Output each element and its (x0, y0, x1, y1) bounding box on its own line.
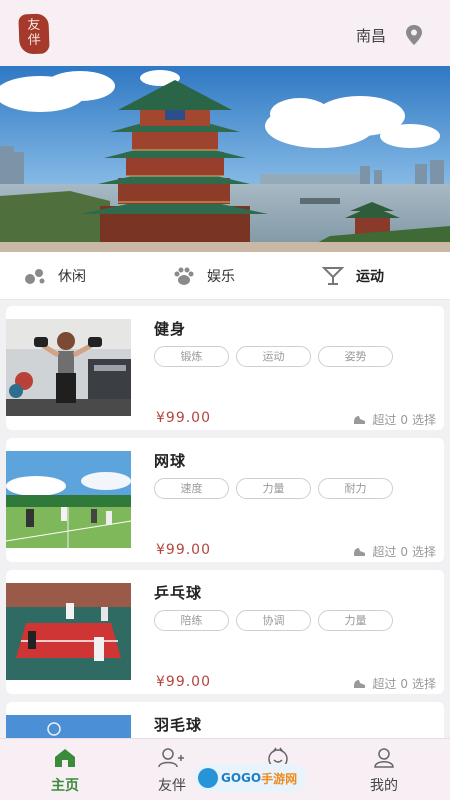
activity-card-tennis[interactable]: 网球 速度 力量 耐力 ¥99.00 超过 0 选择 (6, 438, 444, 562)
activity-tag: 耐力 (318, 478, 393, 499)
stats-suffix: 选择 (411, 413, 436, 427)
stats-prefix: 超过 (372, 545, 397, 559)
activity-tags: 速度 力量 耐力 (154, 478, 393, 499)
activity-title: 乒乓球 (154, 584, 203, 602)
tab-entertainment-label: 娱乐 (207, 269, 235, 285)
activity-tag: 锻炼 (154, 346, 229, 367)
stats-suffix: 选择 (411, 677, 436, 691)
paw-icon (174, 267, 194, 285)
logo-char-1: 友 (26, 17, 41, 34)
nav-companion-label: 友伴 (158, 778, 186, 794)
watermark-badge: GOGO 手游网 (194, 764, 306, 792)
activity-stats: 超过 0 选择 (353, 675, 436, 692)
tab-entertainment[interactable]: 娱乐 (173, 264, 235, 288)
activity-price: ¥99.00 (156, 542, 211, 558)
app-header: 友 伴 南昌 (0, 0, 450, 66)
tab-sports-label: 运动 (356, 269, 384, 285)
fitness-photo (6, 319, 131, 416)
activity-tags: 陪练 协调 力量 (154, 610, 393, 631)
activity-card-fitness[interactable]: 健身 锻炼 运动 姿势 ¥99.00 超过 0 选择 (6, 306, 444, 430)
activity-price: ¥99.00 (156, 674, 211, 690)
activity-card-table-tennis[interactable]: 乒乓球 陪练 协调 力量 ¥99.00 超过 0 选择 (6, 570, 444, 694)
tennis-photo (6, 451, 131, 548)
nav-companion[interactable]: 友伴 (142, 745, 202, 795)
activity-tag: 力量 (318, 610, 393, 631)
shoe-icon (354, 416, 366, 424)
activity-stats: 超过 0 选择 (353, 543, 436, 560)
activity-title: 健身 (154, 320, 187, 338)
bubbles-icon (25, 269, 45, 284)
stats-count: 0 (400, 676, 408, 691)
cocktail-glass-icon (322, 267, 344, 285)
logo-char-2: 伴 (27, 32, 41, 49)
activity-tag: 姿势 (318, 346, 393, 367)
stats-prefix: 超过 (372, 413, 397, 427)
nav-home-label: 主页 (51, 778, 79, 794)
activity-title: 羽毛球 (154, 716, 203, 734)
category-tabs: 休闲 娱乐 运动 (0, 252, 450, 300)
watermark-prefix: GOGO (221, 771, 262, 785)
nav-home[interactable]: 主页 (35, 745, 95, 795)
watermark-logo-icon (198, 768, 218, 788)
stats-suffix: 选择 (411, 545, 436, 559)
activity-tag: 陪练 (154, 610, 229, 631)
banner-image[interactable] (0, 66, 450, 252)
activity-price: ¥99.00 (156, 410, 211, 426)
tab-sports[interactable]: 运动 (322, 264, 384, 288)
nav-profile-label: 我的 (370, 778, 398, 794)
shoe-icon (354, 680, 366, 688)
stats-count: 0 (400, 412, 408, 427)
home-icon (55, 749, 75, 767)
stats-count: 0 (400, 544, 408, 559)
tab-leisure[interactable]: 休闲 (24, 264, 86, 288)
location-pin-icon[interactable] (404, 24, 424, 46)
activity-stats: 超过 0 选择 (353, 411, 436, 428)
nav-profile[interactable]: 我的 (354, 745, 414, 795)
activity-tag: 协调 (236, 610, 311, 631)
activity-title: 网球 (154, 452, 187, 470)
table-tennis-photo (6, 583, 131, 680)
watermark-suffix: 手游网 (261, 771, 298, 786)
activity-tag: 运动 (236, 346, 311, 367)
shoe-icon (354, 548, 366, 556)
user-icon (374, 748, 394, 768)
activity-tags: 锻炼 运动 姿势 (154, 346, 393, 367)
tab-leisure-label: 休闲 (58, 269, 86, 285)
activity-tag: 速度 (154, 478, 229, 499)
app-logo: 友 伴 (18, 13, 50, 55)
city-selector[interactable]: 南昌 (356, 25, 386, 46)
stats-prefix: 超过 (372, 677, 397, 691)
activity-tag: 力量 (236, 478, 311, 499)
add-friend-icon (158, 748, 184, 768)
